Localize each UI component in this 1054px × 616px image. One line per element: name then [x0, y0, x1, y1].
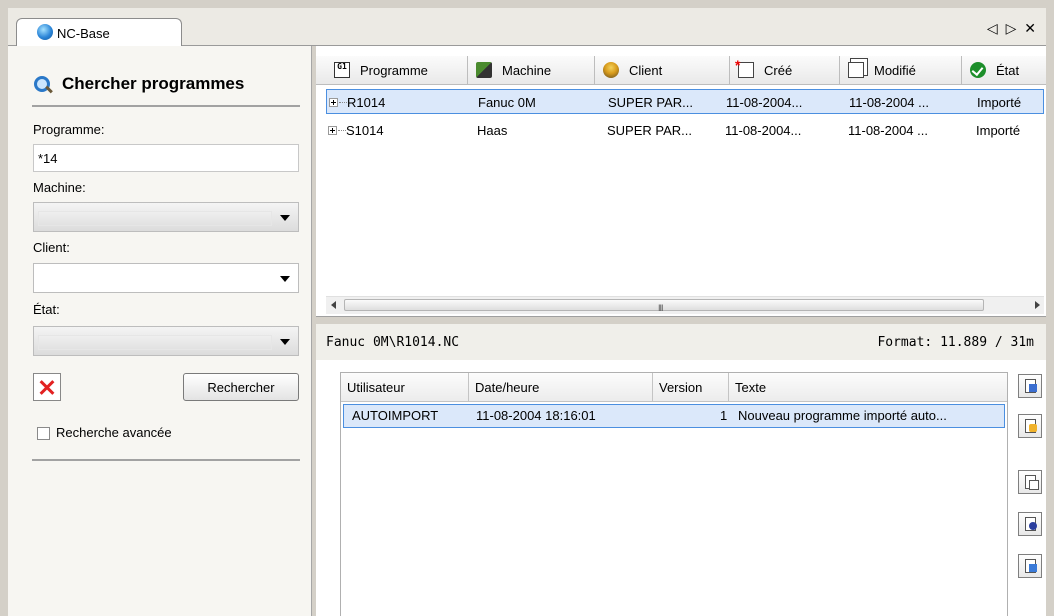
tree-connector — [338, 130, 346, 131]
cell-cree: 11-08-2004... — [726, 95, 803, 110]
new-document-icon — [735, 57, 754, 78]
tab-label: NC-Base — [57, 25, 110, 41]
search-panel-title: Chercher programmes — [34, 74, 244, 94]
chevron-down-icon[interactable] — [280, 339, 290, 345]
column-header-utilisateur[interactable]: Utilisateur — [341, 373, 469, 401]
column-header-etat[interactable]: État — [962, 56, 1046, 84]
cell-client: SUPER PAR... — [608, 95, 694, 110]
advanced-search-label[interactable]: Recherche avancée — [56, 425, 172, 440]
column-header-date[interactable]: Date/heure — [469, 373, 653, 401]
history-table: Utilisateur Date/heure Version Texte AUT… — [340, 372, 1008, 616]
cell-client: SUPER PAR... — [607, 123, 693, 138]
column-header-machine[interactable]: Machine — [468, 56, 595, 84]
search-button[interactable]: Rechercher — [183, 373, 299, 401]
cell-modifie: 11-08-2004 ... — [849, 95, 929, 110]
cell-version: 1 — [720, 408, 728, 423]
column-label: État — [996, 62, 1020, 78]
clear-button[interactable] — [33, 373, 61, 401]
checkmark-icon — [970, 62, 986, 78]
machine-select-value — [38, 211, 272, 226]
table-row[interactable]: R1014 Fanuc 0M SUPER PAR... 11-08-2004..… — [326, 89, 1044, 114]
cell-utilisateur: AUTOIMPORT — [352, 408, 439, 423]
etat-label: État: — [33, 302, 60, 317]
file-format: Format: 11.889 / 31m — [877, 335, 1034, 350]
chevron-down-icon[interactable] — [280, 276, 290, 282]
cell-date: 11-08-2004 18:16:01 — [476, 408, 596, 423]
modified-document-icon — [848, 62, 864, 78]
column-label: Créé — [764, 62, 793, 78]
cell-etat: Importé — [977, 95, 1022, 110]
scrollbar-thumb[interactable]: III — [344, 299, 984, 313]
machine-label: Machine: — [33, 180, 86, 195]
column-header-modifie[interactable]: Modifié — [840, 56, 962, 84]
transfer-document-icon[interactable] — [1018, 554, 1042, 578]
copy-document-icon[interactable] — [1018, 470, 1042, 494]
machine-icon — [476, 62, 492, 78]
advanced-search-checkbox[interactable] — [37, 427, 50, 440]
document-tab-strip: NC-Base ◁ ▷ ✕ — [8, 8, 1046, 47]
cell-etat: Importé — [976, 123, 1021, 138]
column-label: Modifié — [874, 62, 916, 78]
cell-machine: Haas — [477, 123, 508, 138]
programme-input[interactable]: *14 — [33, 144, 299, 172]
scroll-left-icon[interactable]: ◁ — [987, 20, 1000, 36]
column-label: Client — [629, 62, 663, 78]
view-document-icon[interactable] — [1018, 512, 1042, 536]
scroll-right-icon[interactable]: ▷ — [1006, 20, 1019, 36]
column-header-texte[interactable]: Texte — [729, 373, 1007, 401]
cell-programme: S1014 — [346, 123, 384, 138]
globe-icon — [37, 24, 53, 40]
history-table-header: Utilisateur Date/heure Version Texte — [341, 373, 1007, 402]
file-path: Fanuc 0M\R1014.NC — [326, 335, 460, 350]
column-header-client[interactable]: Client — [595, 56, 730, 84]
scroll-left-arrow-icon[interactable] — [331, 301, 336, 309]
search-title-text: Chercher programmes — [62, 74, 245, 93]
search-panel: Chercher programmes Programme: *14 Machi… — [8, 46, 312, 616]
divider — [32, 105, 300, 107]
column-header-version[interactable]: Version — [653, 373, 729, 401]
scroll-right-arrow-icon[interactable] — [1035, 301, 1040, 309]
column-label: Programme — [360, 62, 428, 78]
column-label: Machine — [502, 62, 552, 78]
horizontal-scrollbar[interactable]: III — [326, 296, 1044, 314]
cell-texte: Nouveau programme importé auto... — [738, 408, 947, 423]
cell-machine: Fanuc 0M — [478, 95, 536, 110]
new-document-icon[interactable] — [1018, 374, 1042, 398]
table-row[interactable]: AUTOIMPORT 11-08-2004 18:16:01 1 Nouveau… — [343, 404, 1005, 428]
programme-label: Programme: — [33, 122, 105, 137]
file-details-bar: Fanuc 0M\R1014.NC Format: 11.889 / 31m — [316, 324, 1046, 360]
column-header-cree[interactable]: Créé — [730, 56, 840, 84]
program-file-icon: G1 — [334, 62, 350, 78]
edit-document-icon[interactable] — [1018, 414, 1042, 438]
client-icon — [603, 62, 619, 78]
client-label: Client: — [33, 240, 70, 255]
search-icon — [34, 76, 50, 92]
column-header-programme[interactable]: G1 Programme — [326, 56, 468, 84]
tree-connector — [339, 102, 347, 103]
cell-programme: R1014 — [347, 95, 386, 110]
etat-select-value — [38, 335, 272, 350]
table-row[interactable]: S1014 Haas SUPER PAR... 11-08-2004... 11… — [326, 118, 1044, 143]
divider — [32, 459, 300, 461]
cell-cree: 11-08-2004... — [725, 123, 802, 138]
machine-select[interactable] — [33, 202, 299, 232]
chevron-down-icon[interactable] — [280, 215, 290, 221]
results-grid-header: G1 Programme Machine Client Créé Modifié… — [316, 56, 1046, 85]
etat-select[interactable] — [33, 326, 299, 356]
results-panel: G1 Programme Machine Client Créé Modifié… — [316, 46, 1046, 616]
cell-modifie: 11-08-2004 ... — [848, 123, 928, 138]
tab-controls: ◁ ▷ ✕ — [987, 20, 1038, 37]
expand-icon[interactable] — [328, 126, 337, 135]
close-icon[interactable]: ✕ — [1024, 20, 1038, 36]
scrollbar-grip: III — [658, 303, 663, 313]
expand-icon[interactable] — [329, 98, 338, 107]
client-select[interactable] — [33, 263, 299, 293]
tab-nc-base[interactable]: NC-Base — [16, 18, 182, 47]
